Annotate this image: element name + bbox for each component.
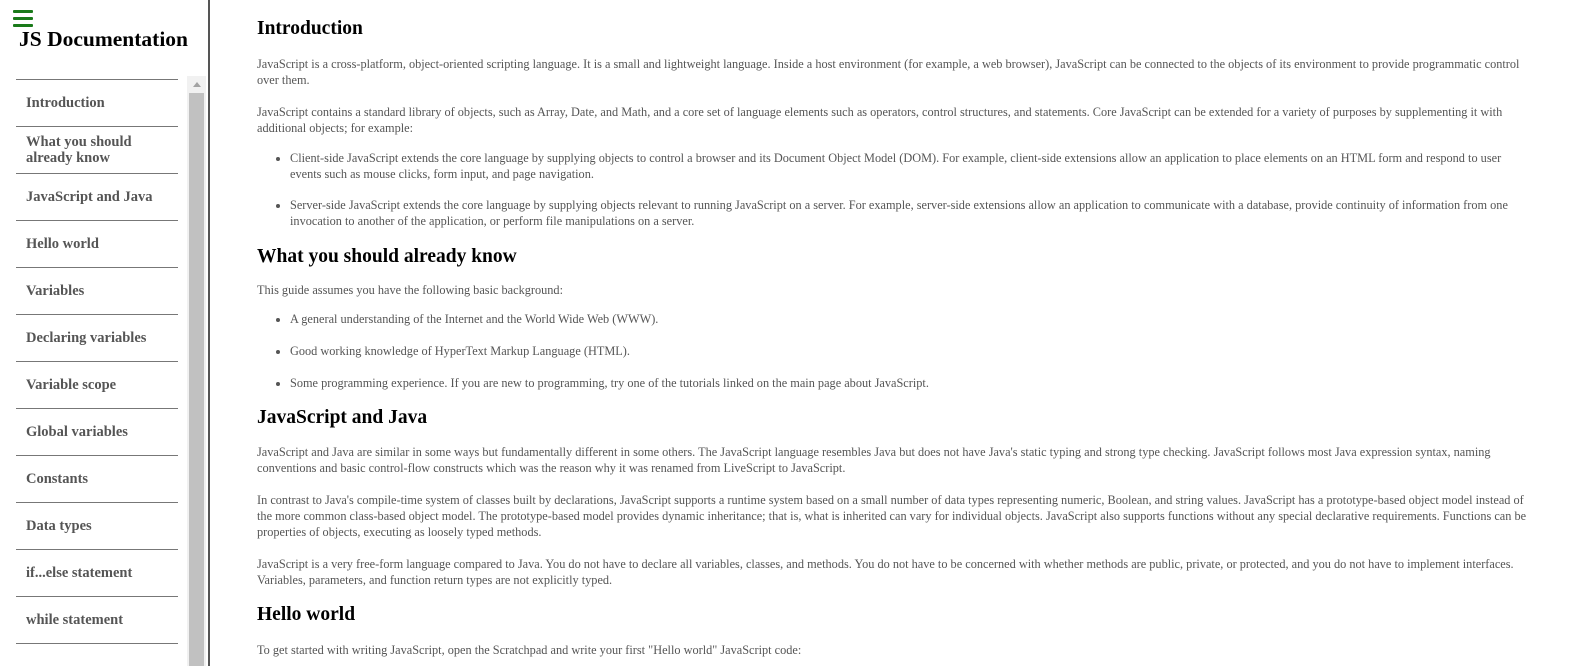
- sidebar-item-variable-scope[interactable]: Variable scope: [16, 362, 178, 409]
- scroll-up-arrow-icon[interactable]: [187, 76, 206, 92]
- scrollbar-thumb[interactable]: [189, 93, 204, 666]
- section-title: What you should already know: [257, 246, 517, 267]
- main-content: Introduction JavaScript is a cross-platf…: [257, 0, 1529, 666]
- hamburger-menu-icon[interactable]: [13, 10, 33, 27]
- list-item: A general understanding of the Internet …: [290, 311, 1529, 327]
- paragraph: JavaScript and Java are similar in some …: [257, 445, 1491, 475]
- bullet-list: Client-side JavaScript extends the core …: [257, 150, 1529, 229]
- section-title: Introduction: [257, 18, 363, 39]
- list-item: Good working knowledge of HyperText Mark…: [290, 343, 1529, 359]
- sidebar-nav-list: Introduction What you should already kno…: [16, 79, 178, 644]
- sidebar-item-introduction[interactable]: Introduction: [16, 80, 178, 127]
- section-hello-world: Hello world To get started with writing …: [257, 604, 1529, 658]
- list-item: Server-side JavaScript extends the core …: [290, 197, 1529, 229]
- paragraph: JavaScript is a cross-platform, object-o…: [257, 57, 1520, 87]
- paragraph: JavaScript contains a standard library o…: [257, 105, 1503, 135]
- sidebar-item-constants[interactable]: Constants: [16, 456, 178, 503]
- sidebar-item-hello-world[interactable]: Hello world: [16, 221, 178, 268]
- sidebar-item-data-types[interactable]: Data types: [16, 503, 178, 550]
- section-what-you-should-already-know: What you should already know This guide …: [257, 246, 1529, 391]
- sidebar-item-if-else-statement[interactable]: if...else statement: [16, 550, 178, 597]
- section-title: Hello world: [257, 604, 356, 625]
- sidebar-title: JS Documentation: [19, 27, 189, 51]
- list-item: Client-side JavaScript extends the core …: [290, 150, 1529, 182]
- sidebar-item-declaring-variables[interactable]: Declaring variables: [16, 315, 178, 362]
- sidebar-nav: JS Documentation Introduction What you s…: [0, 0, 210, 666]
- section-javascript-and-java: JavaScript and Java JavaScript and Java …: [257, 407, 1529, 588]
- sidebar-item-javascript-and-java[interactable]: JavaScript and Java: [16, 174, 178, 221]
- paragraph: This guide assumes you have the followin…: [257, 283, 563, 297]
- sidebar-item-what-you-should-already-know[interactable]: What you should already know: [16, 127, 178, 174]
- sidebar-scrollbar[interactable]: [187, 76, 206, 666]
- sidebar-item-global-variables[interactable]: Global variables: [16, 409, 178, 456]
- section-introduction: Introduction JavaScript is a cross-platf…: [257, 0, 1529, 229]
- sidebar-item-while-statement[interactable]: while statement: [16, 597, 178, 644]
- paragraph: In contrast to Java's compile-time syste…: [257, 493, 1527, 539]
- sidebar-item-variables[interactable]: Variables: [16, 268, 178, 315]
- paragraph: JavaScript is a very free-form language …: [257, 557, 1514, 587]
- section-title: JavaScript and Java: [257, 407, 428, 428]
- paragraph: To get started with writing JavaScript, …: [257, 643, 802, 657]
- bullet-list: A general understanding of the Internet …: [257, 311, 1529, 391]
- list-item: Some programming experience. If you are …: [290, 375, 1529, 391]
